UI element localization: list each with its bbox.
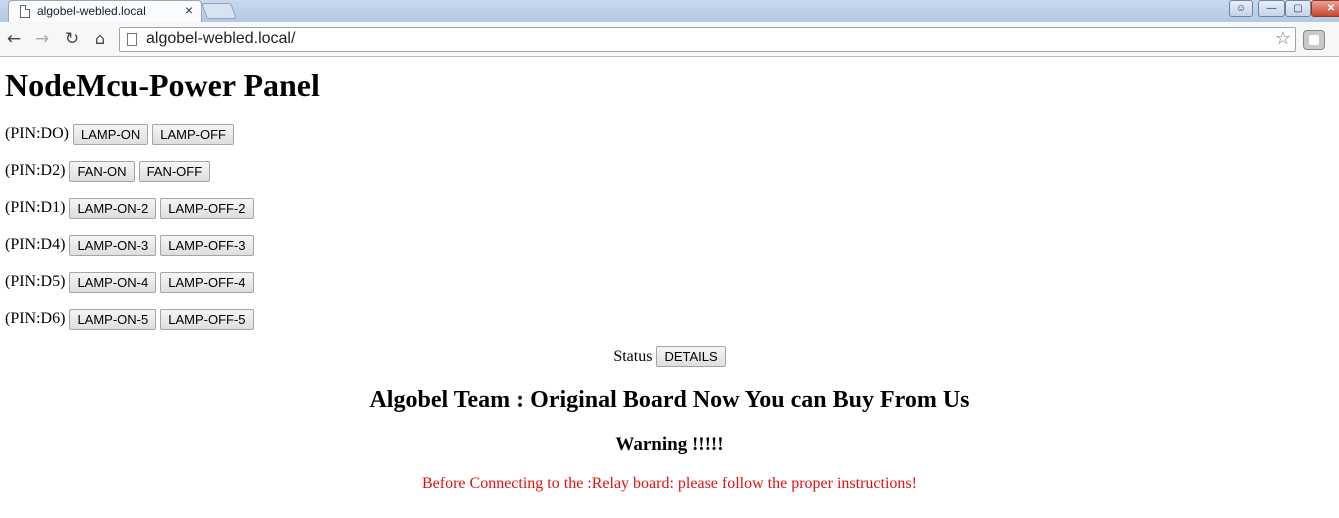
- close-window-button[interactable]: ✕: [1311, 0, 1339, 17]
- tab-title: algobel-webled.local: [37, 4, 146, 18]
- reload-icon[interactable]: ↻: [61, 28, 83, 50]
- lamp-off-5-button[interactable]: LAMP-OFF-5: [160, 308, 254, 330]
- pin-label: (PIN:D6): [5, 310, 66, 327]
- browser-titlebar: algobel-webled.local × ☺ — ▢ ✕: [0, 0, 1339, 22]
- address-bar[interactable]: algobel-webled.local/ ☆: [119, 27, 1296, 52]
- fan-off-button[interactable]: FAN-OFF: [138, 160, 211, 182]
- user-profile-icon[interactable]: ☺: [1229, 0, 1253, 17]
- pin-label: (PIN:DO): [5, 125, 69, 142]
- maximize-button[interactable]: ▢: [1285, 0, 1311, 17]
- page-icon: [20, 5, 30, 18]
- status-label: Status: [613, 347, 653, 365]
- browser-menu-button[interactable]: [1303, 30, 1325, 50]
- browser-tab[interactable]: algobel-webled.local ×: [8, 0, 202, 22]
- lamp-off-3-button[interactable]: LAMP-OFF-3: [160, 234, 254, 256]
- lamp-off-button[interactable]: LAMP-OFF: [152, 123, 234, 145]
- status-row: Status DETAILS: [0, 346, 1339, 367]
- lamp-off-2-button[interactable]: LAMP-OFF-2: [160, 197, 254, 219]
- lamp-on-4-button[interactable]: LAMP-ON-4: [69, 271, 157, 293]
- pin-row-d5: (PIN:D5) LAMP-ON-4 LAMP-OFF-4: [5, 271, 254, 293]
- pin-row-d1: (PIN:D1) LAMP-ON-2 LAMP-OFF-2: [5, 197, 254, 219]
- pin-label: (PIN:D1): [5, 199, 66, 216]
- browser-toolbar: ← → ↻ ⌂ algobel-webled.local/ ☆: [0, 22, 1339, 57]
- page-icon: [127, 33, 137, 46]
- bookmark-star-icon[interactable]: ☆: [1275, 28, 1291, 49]
- lamp-on-5-button[interactable]: LAMP-ON-5: [69, 308, 157, 330]
- back-arrow-icon[interactable]: ←: [3, 28, 25, 50]
- details-button[interactable]: DETAILS: [656, 346, 726, 367]
- team-heading: Algobel Team : Original Board Now You ca…: [369, 387, 970, 413]
- lamp-on-button[interactable]: LAMP-ON: [73, 123, 149, 145]
- minimize-button[interactable]: —: [1258, 0, 1285, 17]
- pin-row-d6: (PIN:D6) LAMP-ON-5 LAMP-OFF-5: [5, 308, 254, 330]
- new-tab-button[interactable]: [201, 3, 237, 19]
- pin-label: (PIN:D5): [5, 273, 66, 290]
- fan-on-button[interactable]: FAN-ON: [69, 160, 135, 182]
- pin-row-d2: (PIN:D2) FAN-ON FAN-OFF: [5, 160, 211, 182]
- pin-row-d4: (PIN:D4) LAMP-ON-3 LAMP-OFF-3: [5, 234, 254, 256]
- pin-label: (PIN:D2): [5, 162, 66, 179]
- page-content: NodeMcu-Power Panel (PIN:DO) LAMP-ON LAM…: [0, 58, 1339, 518]
- address-url[interactable]: algobel-webled.local/: [146, 30, 295, 48]
- forward-arrow-icon[interactable]: →: [31, 28, 53, 50]
- tab-close-icon[interactable]: ×: [185, 2, 193, 18]
- lamp-on-2-button[interactable]: LAMP-ON-2: [69, 197, 157, 219]
- lamp-on-3-button[interactable]: LAMP-ON-3: [69, 234, 157, 256]
- warning-heading: Warning !!!!!: [615, 434, 724, 455]
- pin-row-do: (PIN:DO) LAMP-ON LAMP-OFF: [5, 123, 234, 145]
- pin-label: (PIN:D4): [5, 236, 66, 253]
- page-title: NodeMcu-Power Panel: [5, 67, 320, 103]
- warning-text: Before Connecting to the :Relay board: p…: [422, 475, 917, 492]
- lamp-off-4-button[interactable]: LAMP-OFF-4: [160, 271, 254, 293]
- home-icon[interactable]: ⌂: [89, 28, 111, 50]
